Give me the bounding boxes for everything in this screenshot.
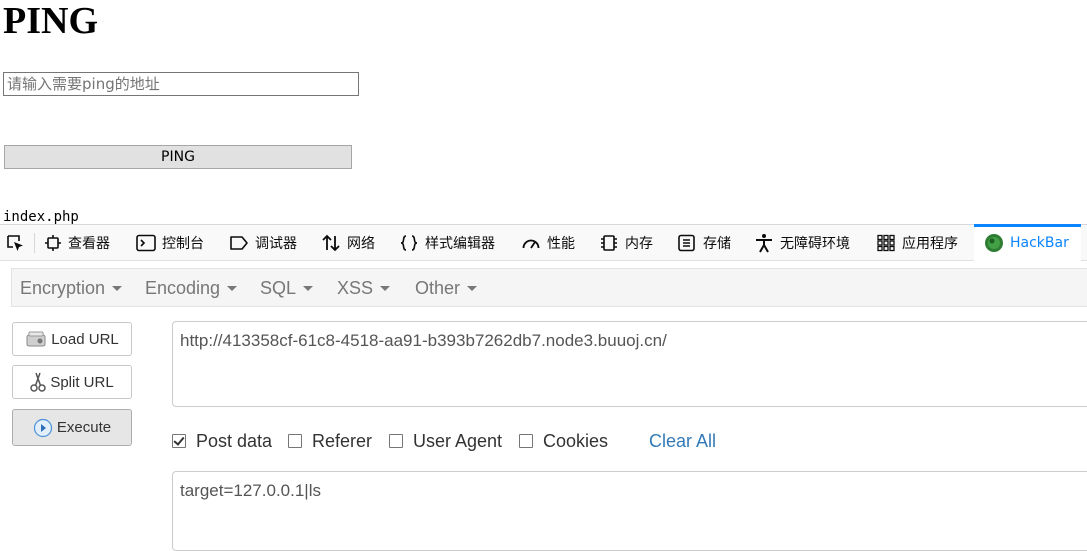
menu-label: SQL: [260, 277, 297, 298]
tab-label: 无障碍环境: [780, 236, 850, 252]
hackbar-icon: [985, 234, 1003, 252]
tab-debugger[interactable]: 调试器: [229, 225, 297, 261]
tab-label: 应用程序: [902, 236, 958, 252]
url-textarea[interactable]: http://413358cf-61c8-4518-aa91-b393b7262…: [172, 321, 1087, 407]
cookies-checkbox[interactable]: [519, 434, 533, 448]
button-label: Split URL: [50, 373, 114, 391]
debugger-icon: [230, 236, 248, 250]
tab-label: 查看器: [68, 236, 110, 252]
menu-sql[interactable]: SQL: [260, 269, 314, 307]
tab-label: 调试器: [255, 236, 297, 252]
tab-label: 样式编辑器: [425, 236, 495, 252]
menu-encoding[interactable]: Encoding: [145, 269, 238, 307]
style-editor-icon: [400, 235, 418, 251]
caret-down-icon: [227, 285, 238, 291]
element-picker-icon: [7, 235, 23, 251]
load-url-icon: [26, 331, 46, 347]
console-icon: [136, 234, 156, 252]
execute-button[interactable]: Execute: [12, 409, 132, 446]
tab-console[interactable]: 控制台: [136, 225, 204, 261]
user-agent-option[interactable]: User Agent: [389, 429, 502, 453]
option-label: User Agent: [413, 430, 503, 451]
inspector-icon: [45, 235, 61, 251]
caret-down-icon: [112, 285, 123, 291]
tab-inspector[interactable]: 查看器: [44, 225, 110, 261]
option-label: Referer: [312, 430, 373, 451]
tab-label: 内存: [625, 236, 653, 252]
tab-label: 存储: [703, 236, 731, 252]
menu-label: Other: [415, 277, 461, 298]
page-title: PING: [3, 0, 98, 42]
storage-icon: [678, 234, 695, 252]
tab-accessibility[interactable]: 无障碍环境: [754, 225, 850, 261]
tab-memory[interactable]: 内存: [599, 225, 653, 261]
tab-network[interactable]: 网络: [321, 225, 375, 261]
post-data-textarea[interactable]: target=127.0.0.1|ls: [172, 471, 1087, 551]
accessibility-icon: [756, 234, 772, 253]
menu-other[interactable]: Other: [415, 269, 478, 307]
caret-down-icon: [467, 285, 478, 291]
referer-checkbox[interactable]: [288, 434, 302, 448]
ping-address-input[interactable]: [3, 72, 359, 96]
tab-hackbar[interactable]: HackBar: [974, 224, 1081, 261]
menu-xss[interactable]: XSS: [337, 269, 391, 307]
toolbar-separator: [34, 233, 35, 253]
tab-label: 网络: [347, 236, 375, 252]
tab-label: 性能: [547, 236, 575, 252]
menu-label: Encryption: [20, 277, 106, 298]
memory-icon: [601, 235, 617, 251]
option-label: Cookies: [543, 430, 609, 451]
scissors-icon: [30, 372, 47, 392]
hackbar-menubar: Encryption Encoding SQL XSS Other: [11, 268, 1087, 307]
referer-option[interactable]: Referer: [288, 429, 372, 453]
performance-icon: [522, 239, 540, 249]
post-data-option[interactable]: Post data: [172, 429, 272, 453]
load-url-button[interactable]: Load URL: [12, 322, 132, 356]
button-label: Execute: [56, 419, 112, 436]
menu-label: Encoding: [145, 277, 221, 298]
option-label: Post data: [196, 430, 273, 451]
tab-application[interactable]: 应用程序: [876, 225, 958, 261]
tab-storage[interactable]: 存储: [677, 225, 731, 261]
caret-down-icon: [380, 285, 391, 291]
menu-label: XSS: [337, 277, 374, 298]
cookies-option[interactable]: Cookies: [519, 429, 608, 453]
network-icon: [322, 234, 340, 252]
tab-style-editor[interactable]: 样式编辑器: [399, 225, 495, 261]
user-agent-checkbox[interactable]: [389, 434, 403, 448]
split-url-button[interactable]: Split URL: [12, 365, 132, 399]
application-icon: [877, 234, 895, 252]
element-picker-button[interactable]: [0, 225, 30, 261]
menu-encryption[interactable]: Encryption: [20, 269, 123, 307]
ping-button[interactable]: PING: [4, 145, 352, 169]
caret-down-icon: [303, 285, 314, 291]
tab-performance[interactable]: 性能: [521, 225, 575, 261]
tab-label: HackBar: [1010, 235, 1069, 251]
clear-all-link[interactable]: Clear All: [649, 429, 716, 453]
devtools-toolbar: 查看器 控制台 调试器 网络 样式编辑器 性能 内存 存储 无障碍环境 应用程序…: [0, 224, 1087, 261]
play-icon: [33, 418, 52, 437]
tab-label: 控制台: [162, 236, 204, 252]
button-label: Load URL: [51, 330, 119, 348]
post-data-checkbox[interactable]: [172, 434, 186, 448]
